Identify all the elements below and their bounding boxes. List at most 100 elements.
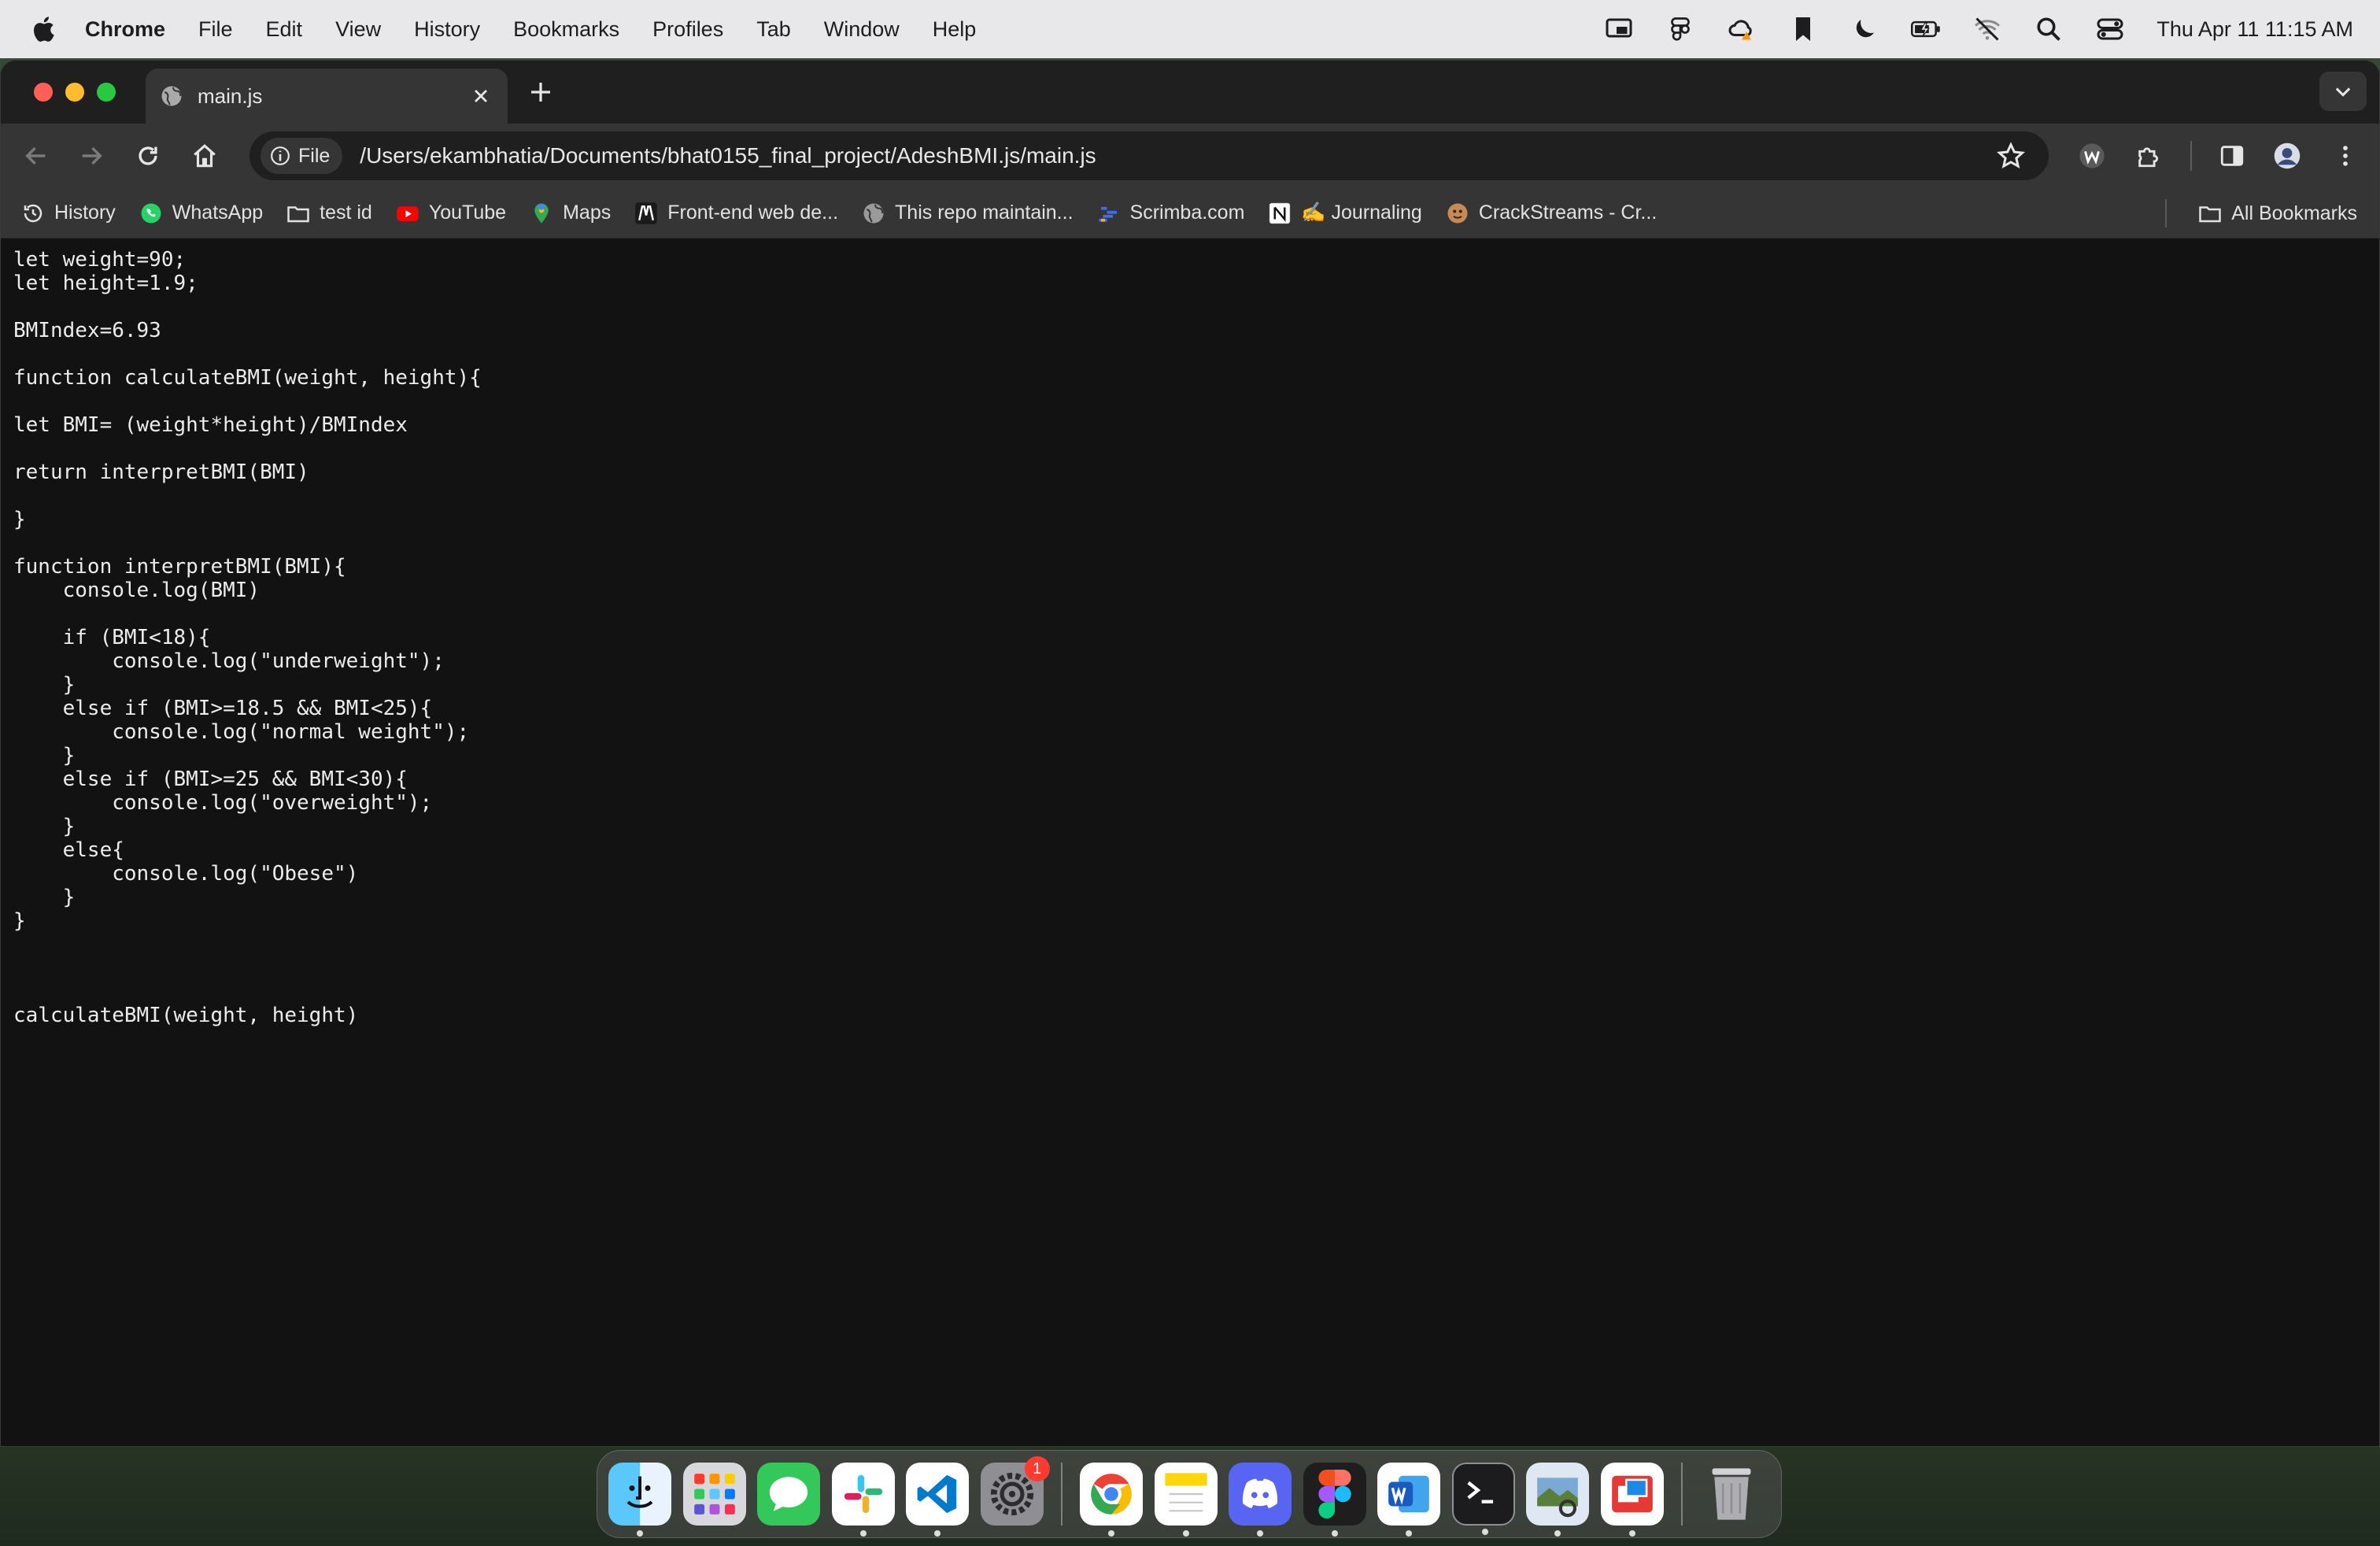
dock-chrome[interactable] — [1080, 1463, 1143, 1537]
arrow-left-icon — [25, 146, 46, 165]
code-line: console.log("underweight"); — [13, 649, 445, 673]
dock-preview[interactable] — [1526, 1463, 1589, 1537]
bookmark-label: WhatsApp — [172, 202, 264, 224]
tab-title: main.js — [198, 83, 263, 108]
bookmark-repo[interactable]: This repo maintain... — [862, 202, 1074, 225]
menu-app-name[interactable]: Chrome — [85, 17, 165, 42]
close-tab-icon[interactable] — [470, 85, 492, 107]
all-bookmarks-button[interactable]: All Bookmarks — [2198, 188, 2357, 239]
running-indicator — [1182, 1530, 1189, 1537]
trash-icon — [1712, 1468, 1751, 1520]
bookmark-crackstreams[interactable]: CrackStreams - Cr... — [1446, 202, 1657, 225]
apple-icon[interactable] — [31, 16, 55, 43]
code-line: } — [13, 909, 26, 933]
menu-bookmarks[interactable]: Bookmarks — [513, 17, 619, 42]
wifi-off-icon[interactable] — [1972, 14, 2002, 44]
code-line: else if (BMI>=25 && BMI<30){ — [13, 767, 408, 791]
globe-icon — [161, 86, 182, 106]
dock-trash[interactable] — [1700, 1463, 1763, 1526]
scrimba-icon — [1099, 206, 1117, 222]
bookmark-journaling[interactable]: ✍️ Journaling — [1268, 202, 1422, 225]
menu-window[interactable]: Window — [824, 17, 900, 42]
bookmark-whatsapp[interactable]: WhatsApp — [139, 202, 263, 225]
forward-button[interactable] — [76, 141, 106, 171]
dock-notes[interactable] — [1154, 1463, 1218, 1537]
bookmark-label: YouTube — [428, 202, 507, 224]
folder-icon — [287, 205, 309, 222]
tab-search-button[interactable] — [2319, 72, 2367, 111]
running-indicator — [859, 1530, 867, 1537]
moon-icon[interactable] — [1850, 14, 1879, 44]
dock-figma[interactable] — [1303, 1463, 1366, 1537]
bookmark-test-id[interactable]: test id — [286, 202, 372, 225]
dock-discord[interactable] — [1229, 1463, 1292, 1537]
dock-slack[interactable] — [831, 1463, 895, 1537]
more-vertical-icon — [2343, 146, 2348, 166]
menu-history[interactable]: History — [414, 17, 480, 42]
profile-avatar[interactable] — [2272, 141, 2302, 171]
word-icon — [1388, 1475, 1429, 1513]
menu-edit[interactable]: Edit — [266, 17, 303, 42]
window-close-button[interactable] — [34, 83, 53, 102]
folder-icon — [2199, 206, 2221, 223]
bookmarks-divider — [2165, 199, 2167, 227]
extensions-button[interactable] — [2134, 141, 2164, 171]
battery-icon[interactable] — [1911, 14, 1941, 44]
home-button[interactable] — [190, 141, 220, 171]
chevron-down-icon — [2335, 87, 2351, 97]
code-line: let height=1.9; — [13, 272, 198, 295]
menu-view[interactable]: View — [335, 17, 381, 42]
menu-clock[interactable]: Thu Apr 11 11:15 AM — [2156, 17, 2353, 42]
side-panel-button[interactable] — [2217, 141, 2247, 171]
chrome-menu-button[interactable] — [2330, 141, 2360, 171]
bookmark-history[interactable]: History — [21, 202, 116, 225]
dock-word[interactable] — [1377, 1463, 1440, 1537]
menu-help[interactable]: Help — [933, 17, 977, 42]
site-info-label: File — [298, 144, 331, 167]
menu-file[interactable]: File — [198, 17, 233, 42]
dock-finder[interactable] — [608, 1463, 671, 1537]
window-minimize-button[interactable] — [65, 83, 84, 102]
dock-screen-sharing[interactable] — [1600, 1463, 1664, 1537]
bookmark-star-icon[interactable] — [1997, 142, 2025, 170]
new-tab-icon[interactable] — [528, 80, 553, 105]
site-info-chip[interactable]: File — [261, 138, 343, 174]
figma-icon — [1318, 1470, 1351, 1518]
dock-system-settings[interactable]: 1 — [980, 1456, 1050, 1526]
reload-button[interactable] — [133, 141, 163, 171]
control-center-icon[interactable] — [2095, 14, 2125, 44]
bookmark-front-end[interactable]: Front-end web de... — [634, 202, 838, 225]
menu-profiles[interactable]: Profiles — [652, 17, 723, 42]
bookmark-maps[interactable]: Maps — [530, 202, 611, 225]
code-line: let weight=90; — [13, 248, 187, 272]
tab-main-js[interactable]: main.js — [146, 68, 508, 124]
dock-messages[interactable] — [757, 1463, 820, 1526]
dock-launchpad[interactable] — [682, 1463, 746, 1526]
dock: 1 — [597, 1450, 1782, 1538]
bookmark-label: Front-end web de... — [667, 202, 839, 224]
maps-icon — [534, 203, 549, 223]
back-button[interactable] — [21, 141, 51, 171]
url-text[interactable]: /Users/ekambhatia/Documents/bhat0155_fin… — [360, 143, 1997, 168]
figma-icon[interactable] — [1665, 14, 1695, 44]
bookmark-label: ✍️ Journaling — [1301, 202, 1422, 224]
creative-cloud-icon[interactable] — [1727, 14, 1757, 44]
screen-mirroring-icon[interactable] — [1604, 14, 1634, 44]
menu-tab[interactable]: Tab — [756, 17, 791, 42]
window-maximize-button[interactable] — [97, 83, 116, 102]
code-line: } — [13, 673, 76, 697]
bookmark-scrimba[interactable]: Scrimba.com — [1097, 202, 1244, 225]
extension-w-button[interactable] — [2077, 141, 2107, 171]
bookmark-icon[interactable] — [1788, 14, 1818, 44]
notification-badge: 1 — [1024, 1456, 1050, 1481]
code-line: BMIndex=6.93 — [13, 319, 161, 342]
address-bar[interactable]: File /Users/ekambhatia/Documents/bhat015… — [249, 131, 2049, 180]
dock-divider — [1681, 1463, 1683, 1526]
bookmark-youtube[interactable]: YouTube — [396, 202, 506, 225]
search-icon[interactable] — [2034, 14, 2064, 44]
dock-terminal[interactable] — [1451, 1463, 1515, 1535]
dock-vscode[interactable] — [906, 1463, 969, 1537]
running-indicator — [1108, 1530, 1114, 1537]
discord-icon — [1242, 1478, 1278, 1509]
